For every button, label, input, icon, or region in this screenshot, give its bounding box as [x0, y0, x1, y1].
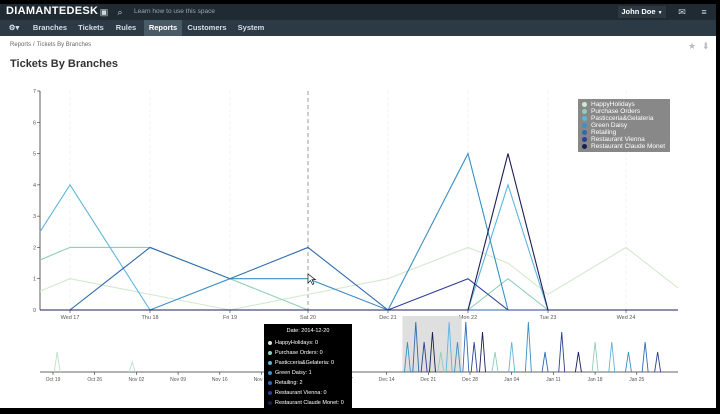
legend-item-pasticceria[interactable]: Pasticceria&Gelateria	[582, 115, 654, 122]
legend-swatch	[582, 143, 587, 149]
legend-item-restaurant-claude-monet[interactable]: Restaurant Claude Monet	[582, 143, 665, 150]
legend-label: Green Daisy	[591, 122, 628, 129]
y-tick-label: 3	[33, 214, 36, 220]
legend-label: HappyHolidays	[591, 101, 635, 108]
tooltip-row-text: Purchase Orders: 0	[275, 350, 323, 356]
legend-swatch	[582, 122, 587, 128]
series-line-restaurant-vienna	[40, 278, 678, 311]
y-tick-label: 1	[33, 277, 36, 283]
overview-spike	[491, 351, 499, 373]
series-line-restaurant-claude-monet	[40, 153, 678, 311]
series-line-happyholidays	[39, 246, 679, 311]
legend-swatch	[582, 129, 587, 135]
tooltip-swatch	[268, 390, 272, 395]
legend-item-purchase-orders[interactable]: Purchase Orders	[582, 108, 640, 115]
brush-selection	[402, 316, 462, 372]
overview-x-tick-label: Dec 14	[379, 377, 395, 383]
legend-swatch	[582, 136, 587, 142]
chart-tooltip: Date: 2014-12-20 HappyHolidays: 0 Purcha…	[264, 324, 352, 408]
tooltip-row: HappyHolidays: 0	[268, 340, 318, 348]
overview-spike	[462, 321, 470, 373]
overview-x-tick-label: Nov 09	[170, 377, 186, 383]
legend-label: Restaurant Claude Monet	[591, 143, 666, 150]
y-tick-label: 0	[33, 308, 36, 314]
tooltip-row-text: HappyHolidays: 0	[275, 340, 319, 346]
tooltip-date: Date: 2014-12-20	[286, 328, 330, 334]
tooltip-row: Purchase Orders: 0	[268, 350, 323, 358]
overview-spike	[558, 331, 566, 373]
tooltip-swatch	[268, 350, 272, 355]
tooltip-swatch	[268, 370, 272, 375]
legend-item-green-daisy[interactable]: Green Daisy	[582, 122, 627, 129]
tooltip-swatch	[268, 340, 272, 345]
legend-swatch	[582, 108, 587, 114]
overview-spike	[470, 341, 478, 373]
y-tick-label: 4	[33, 183, 36, 189]
legend-item-retailing[interactable]: Retailing	[582, 129, 616, 136]
series-line-green-daisy	[40, 152, 678, 311]
chart-legend: HappyHolidays Purchase Orders Pasticceri…	[578, 99, 670, 152]
series-line-purchase-orders	[39, 246, 678, 311]
tooltip-row: Retailing: 2	[268, 380, 303, 388]
app-window: DIAMANTEDESK ▣ ⌕ Learn how to use this s…	[0, 4, 716, 408]
tooltip-swatch	[268, 380, 272, 385]
legend-item-restaurant-vienna[interactable]: Restaurant Vienna	[582, 136, 645, 143]
overview-spike	[524, 321, 532, 373]
tooltip-row-text: Retailing: 2	[275, 380, 303, 386]
x-tick-label: Fri 19	[223, 315, 237, 321]
overview-spike	[479, 331, 486, 373]
y-tick-label: 5	[33, 152, 36, 158]
legend-swatch	[582, 101, 587, 107]
mouse-cursor-icon	[307, 273, 317, 285]
tooltip-row: Pasticceria&Gelateria: 0	[268, 360, 334, 368]
overview-x-tick-label: Jan 11	[546, 377, 561, 383]
y-tick-label: 7	[33, 89, 36, 95]
legend-label: Purchase Orders	[591, 108, 641, 115]
overview-spike	[541, 351, 549, 373]
tooltip-row: Green Daisy: 1	[268, 370, 312, 378]
overview-x-tick-label: Dec 21	[420, 377, 436, 383]
tooltip-row-text: Green Daisy: 1	[275, 370, 312, 376]
overview-x-tick-label: Nov 16	[212, 377, 228, 383]
overview-spike	[608, 341, 616, 373]
x-tick-label: Sat 20	[300, 315, 316, 321]
legend-label: Restaurant Vienna	[591, 136, 645, 143]
legend-swatch	[582, 115, 587, 121]
overview-spike	[591, 341, 599, 373]
tooltip-swatch	[268, 360, 272, 365]
x-tick-label: Thu 18	[141, 315, 158, 321]
overview-spike	[625, 351, 632, 373]
x-tick-label: Wed 17	[61, 315, 80, 321]
tooltip-row: Restaurant Vienna: 0	[268, 390, 327, 398]
overview-spike	[508, 341, 516, 373]
tooltip-row-text: Restaurant Claude Monet: 0	[275, 400, 344, 406]
x-tick-label: Dec 21	[379, 315, 396, 321]
main-line-chart[interactable]: 01234567Wed 17 Thu 18 Fri 19 Sat 20 Dec 21 Mo…	[0, 4, 716, 408]
overview-x-tick-label: Dec 28	[462, 377, 478, 383]
series-line-retailing	[40, 246, 678, 311]
overview-x-tick-label: Oct 19	[46, 377, 61, 383]
y-tick-label: 6	[33, 120, 36, 126]
overview-x-tick-label: Oct 26	[87, 377, 102, 383]
overview-x-tick-label: Jan 18	[588, 377, 603, 383]
overview-spike	[128, 360, 136, 373]
tooltip-row: Restaurant Claude Monet: 0	[268, 400, 344, 408]
overview-spike	[654, 351, 662, 373]
tooltip-swatch	[268, 400, 272, 405]
tooltip-row-text: Pasticceria&Gelateria: 0	[275, 360, 334, 366]
x-tick-label: Wed 24	[617, 315, 636, 321]
overview-x-tick-label: Jan 25	[629, 377, 644, 383]
tooltip-row-text: Restaurant Vienna: 0	[275, 390, 327, 396]
overview-spike	[574, 351, 582, 373]
x-tick-label: Tue 23	[540, 315, 557, 321]
legend-label: Retailing	[591, 129, 617, 136]
y-tick-label: 2	[33, 245, 36, 251]
legend-item-happyholidays[interactable]: HappyHolidays	[582, 101, 635, 108]
overview-x-tick-label: Nov 02	[128, 377, 144, 383]
legend-label: Pasticceria&Gelateria	[591, 115, 654, 122]
overview-x-tick-label: Jan 04	[504, 377, 519, 383]
overview-spike	[641, 341, 649, 373]
overview-spike	[53, 351, 61, 373]
